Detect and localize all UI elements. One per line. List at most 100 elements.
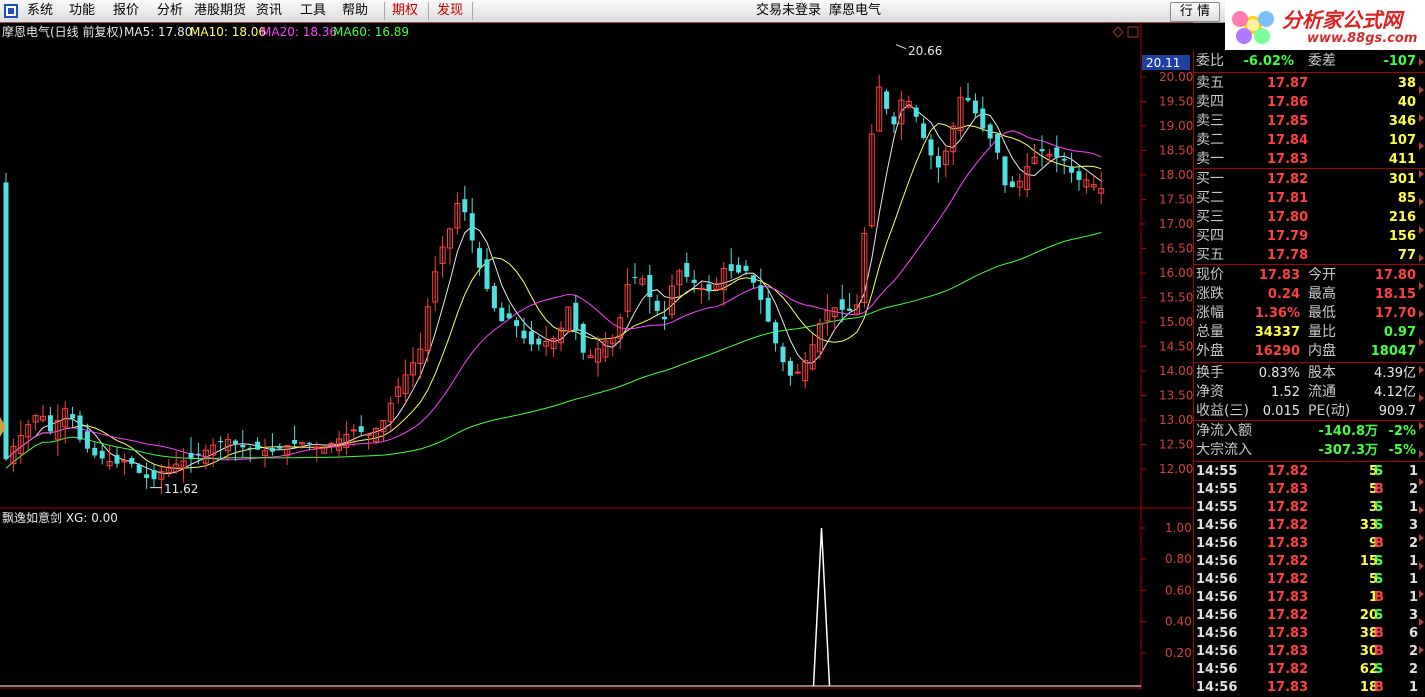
- fundamental-value: 0.83%: [1258, 366, 1300, 381]
- tick-row[interactable]: 14:56 17.83 30 B 2: [1194, 643, 1425, 661]
- indicator-tick-label: 1.00: [1165, 521, 1192, 535]
- kline-chart[interactable]: 20.00 19.50 19.00 18.50 18.00 17.50 17.00 16.50…: [0, 22, 1193, 689]
- candle-body-down: [965, 97, 971, 101]
- candle-body-down: [647, 275, 653, 298]
- bid-row[interactable]: 买四 17.79 156: [1194, 227, 1425, 246]
- ask-volume: 40: [1397, 95, 1416, 110]
- right-edge-controls: [1419, 58, 1424, 654]
- tick-count: 1: [1409, 464, 1419, 479]
- bid-row[interactable]: 买一 17.82 301: [1194, 170, 1425, 189]
- candle-body-down: [188, 452, 194, 458]
- panel-arrow-icon: [1419, 142, 1424, 150]
- candle-body-down: [358, 426, 364, 433]
- stat-value: 17.83: [1258, 268, 1300, 283]
- tick-row[interactable]: 14:56 17.82 15 S 1: [1194, 553, 1425, 571]
- panel-arrow-icon: [1419, 422, 1424, 430]
- tick-row[interactable]: 14:56 17.82 62 S 2: [1194, 661, 1425, 679]
- panel-arrow-icon: [1419, 58, 1424, 66]
- tick-time: 14:56: [1196, 662, 1238, 677]
- divider: [1194, 461, 1425, 462]
- stat-row: 涨跌 0.24 最高 18.15: [1194, 285, 1425, 304]
- tick-side: B: [1374, 590, 1384, 605]
- candle-body-down: [654, 300, 660, 311]
- stat-value-2: 17.70: [1374, 306, 1416, 321]
- candle-body-up: [794, 371, 801, 374]
- tick-row[interactable]: 14:56 17.82 5 S 1: [1194, 571, 1425, 589]
- ask-row[interactable]: 卖一 17.83 411: [1194, 150, 1425, 169]
- menu-function[interactable]: 功能: [64, 0, 100, 22]
- ask-row[interactable]: 卖四 17.86 40: [1194, 93, 1425, 112]
- ask-row[interactable]: 卖五 17.87 38: [1194, 74, 1425, 93]
- ask-volume: 107: [1388, 133, 1416, 148]
- menu-quote[interactable]: 报价: [108, 0, 144, 22]
- candle-body-down: [151, 470, 157, 480]
- fundamental-row: 换手 0.83% 股本 4.39亿: [1194, 364, 1425, 383]
- fund-flow-label: 净流入额: [1196, 423, 1252, 439]
- zoom-icon[interactable]: [1112, 26, 1124, 38]
- tick-row[interactable]: 14:56 17.83 1 B 1: [1194, 589, 1425, 607]
- candle-body-down: [995, 134, 1001, 153]
- tick-row[interactable]: 14:55 17.82 5 S 1: [1194, 463, 1425, 481]
- tick-row[interactable]: 14:56 17.83 38 B 6: [1194, 625, 1425, 643]
- panel-arrow-icon: [1419, 534, 1424, 542]
- stat-row: 现价 17.83 今开 17.80: [1194, 266, 1425, 285]
- tick-side: B: [1374, 536, 1384, 551]
- candle-body-down: [1054, 147, 1060, 158]
- tick-price: 17.83: [1267, 536, 1309, 551]
- candle-body-down: [935, 156, 941, 168]
- menu-tools[interactable]: 工具: [296, 0, 330, 22]
- panel-arrow-icon: [1419, 114, 1424, 122]
- price-tick-label: 13.50: [1159, 389, 1193, 403]
- menu-analysis[interactable]: 分析: [152, 0, 188, 22]
- stat-label: 总量: [1196, 324, 1224, 340]
- candle-body-down: [536, 338, 542, 345]
- ma20-label: MA20: 18.36: [261, 25, 337, 39]
- candle-body-down: [773, 322, 779, 344]
- price-tick-label: 17.00: [1159, 217, 1193, 231]
- bid-row[interactable]: 买三 17.80 216: [1194, 208, 1425, 227]
- bid-row[interactable]: 买二 17.81 85: [1194, 189, 1425, 208]
- weicha-label: 委差: [1308, 53, 1336, 69]
- indicator-tick-label: 0.80: [1165, 552, 1192, 566]
- tick-row[interactable]: 14:55 17.82 3 S 1: [1194, 499, 1425, 517]
- ask-row[interactable]: 卖三 17.85 346: [1194, 112, 1425, 131]
- tick-time: 14:56: [1196, 590, 1238, 605]
- bid-row[interactable]: 买五 17.78 77: [1194, 246, 1425, 265]
- price-tick-label: 18.00: [1159, 168, 1193, 182]
- candle-body-down: [980, 108, 986, 129]
- panel-arrow-icon: [1419, 86, 1424, 94]
- candle-body-down: [255, 441, 261, 450]
- tick-row[interactable]: 14:56 17.83 18 B 1: [1194, 679, 1425, 697]
- menu-discover[interactable]: 发现: [432, 0, 468, 22]
- candle-body-down: [736, 264, 742, 273]
- ask-row[interactable]: 卖二 17.84 107: [1194, 131, 1425, 150]
- stat-value-2: 0.97: [1383, 325, 1416, 340]
- trade-login-status[interactable]: 交易未登录: [756, 0, 821, 22]
- tick-price: 17.82: [1267, 554, 1309, 569]
- tick-row[interactable]: 14:55 17.83 5 B 2: [1194, 481, 1425, 499]
- tick-price: 17.83: [1267, 626, 1309, 641]
- tick-row[interactable]: 14:56 17.83 9 B 2: [1194, 535, 1425, 553]
- panel-arrow-icon: [1419, 226, 1424, 234]
- panel-arrow-icon: [1419, 450, 1424, 458]
- maximize-icon[interactable]: [1127, 26, 1139, 38]
- price-tick-label: 17.50: [1159, 193, 1193, 207]
- panel-arrow-icon: [1419, 590, 1424, 598]
- menu-help[interactable]: 帮助: [338, 0, 372, 22]
- menu-news[interactable]: 资讯: [252, 0, 286, 22]
- menu-options[interactable]: 期权: [387, 0, 423, 22]
- panel-arrow-icon: [1419, 282, 1424, 290]
- tick-side: B: [1374, 680, 1384, 695]
- panel-arrow-icon: [1419, 310, 1424, 318]
- price-tick-label: 20.00: [1159, 70, 1193, 84]
- candle-body-down: [84, 431, 90, 449]
- divider: [1194, 264, 1425, 265]
- tick-count: 1: [1409, 500, 1419, 515]
- tick-row[interactable]: 14:56 17.82 20 S 3: [1194, 607, 1425, 625]
- menu-system[interactable]: 系统: [22, 0, 58, 22]
- candle-body-down: [1002, 156, 1008, 186]
- candle-body-down: [462, 199, 468, 213]
- menu-hk-futures[interactable]: 港股期货: [192, 0, 248, 22]
- tick-row[interactable]: 14:56 17.82 33 S 3: [1194, 517, 1425, 535]
- quote-button[interactable]: 行 情: [1170, 2, 1220, 22]
